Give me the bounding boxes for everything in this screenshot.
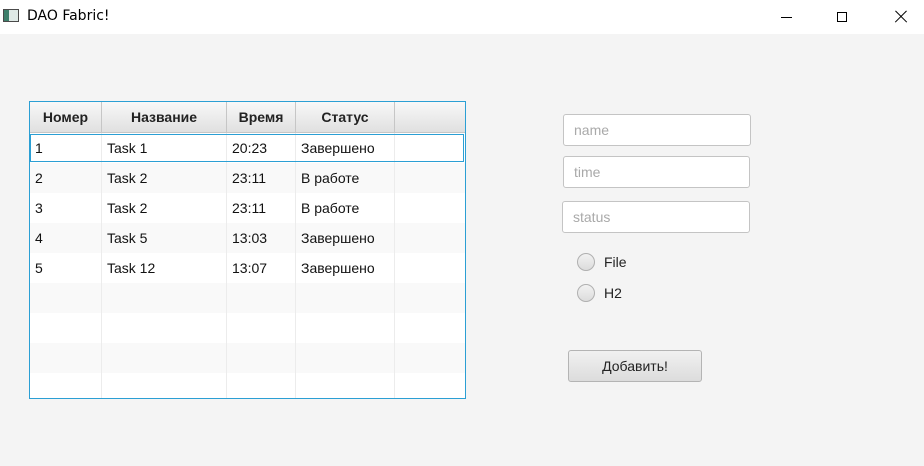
maximize-button[interactable] [819,0,865,34]
table-cell: Task 2 [102,193,227,223]
table-cell: Task 5 [102,223,227,253]
close-button[interactable] [878,0,924,34]
table-cell [227,283,296,313]
table-body: 1 Task 1 20:23 Завершено 2 Task 2 23:11 В работ… [30,133,465,398]
column-header-filler [395,102,465,132]
table-cell: 20:23 [227,133,296,163]
table-header: Номер Название Время Статус [30,102,465,133]
tasks-table[interactable]: Номер Название Время Статус 1 Task 1 20:23… [29,101,466,399]
table-cell [395,163,465,193]
table-cell [296,343,395,373]
table-cell: Завершено [296,133,395,163]
column-header-status[interactable]: Статус [296,102,395,132]
table-cell: В работе [296,193,395,223]
table-row[interactable]: 2 Task 2 23:11 В работе [30,163,465,193]
radio-h2-label: H2 [604,285,622,301]
table-cell [395,373,465,398]
radio-circle-icon[interactable] [577,253,595,271]
table-row-empty[interactable] [30,343,465,373]
table-cell: 3 [30,193,102,223]
table-cell [30,373,102,398]
table-cell: Завершено [296,223,395,253]
window-title: DAO Fabric! [27,8,110,24]
table-row-empty[interactable] [30,283,465,313]
table-cell [30,343,102,373]
radio-file[interactable]: File [577,251,627,273]
table-row[interactable]: 4 Task 5 13:03 Завершено [30,223,465,253]
table-row[interactable]: 1 Task 1 20:23 Завершено [30,133,465,163]
radio-circle-icon[interactable] [577,284,595,302]
column-header-time[interactable]: Время [227,102,296,132]
table-cell: 13:03 [227,223,296,253]
time-field[interactable] [563,156,750,188]
table-cell: В работе [296,163,395,193]
table-cell: Task 1 [102,133,227,163]
minimize-icon [780,16,792,18]
table-cell [227,343,296,373]
maximize-icon [837,12,847,22]
add-button[interactable]: Добавить! [568,350,702,382]
title-bar: DAO Fabric! [0,0,924,34]
table-cell: 4 [30,223,102,253]
table-cell: 13:07 [227,253,296,283]
table-cell: Task 12 [102,253,227,283]
table-cell: 23:11 [227,193,296,223]
table-cell [102,373,227,398]
column-header-name[interactable]: Название [102,102,227,132]
table-cell [30,313,102,343]
table-row[interactable]: 3 Task 2 23:11 В работе [30,193,465,223]
table-cell [395,133,465,163]
radio-file-label: File [604,254,627,270]
table-row-empty[interactable] [30,313,465,343]
radio-h2[interactable]: H2 [577,282,622,304]
table-cell [227,373,296,398]
table-cell [395,343,465,373]
table-cell [30,283,102,313]
table-cell [296,313,395,343]
table-cell [227,313,296,343]
table-cell: Завершено [296,253,395,283]
table-cell: Task 2 [102,163,227,193]
table-row[interactable]: 5 Task 12 13:07 Завершено [30,253,465,283]
table-cell [102,343,227,373]
table-cell [395,223,465,253]
table-cell: 23:11 [227,163,296,193]
close-icon [894,10,908,24]
table-cell [102,283,227,313]
table-cell [296,373,395,398]
table-cell [395,253,465,283]
table-cell [296,283,395,313]
status-field[interactable] [562,201,750,233]
table-cell [395,313,465,343]
table-cell [102,313,227,343]
table-cell: 2 [30,163,102,193]
table-cell [395,283,465,313]
table-cell: 5 [30,253,102,283]
table-cell: 1 [30,133,102,163]
minimize-button[interactable] [763,0,809,34]
name-field[interactable] [563,114,751,146]
table-cell [395,193,465,223]
table-row-empty[interactable] [30,373,465,398]
column-header-number[interactable]: Номер [30,102,102,132]
app-icon [3,9,19,22]
